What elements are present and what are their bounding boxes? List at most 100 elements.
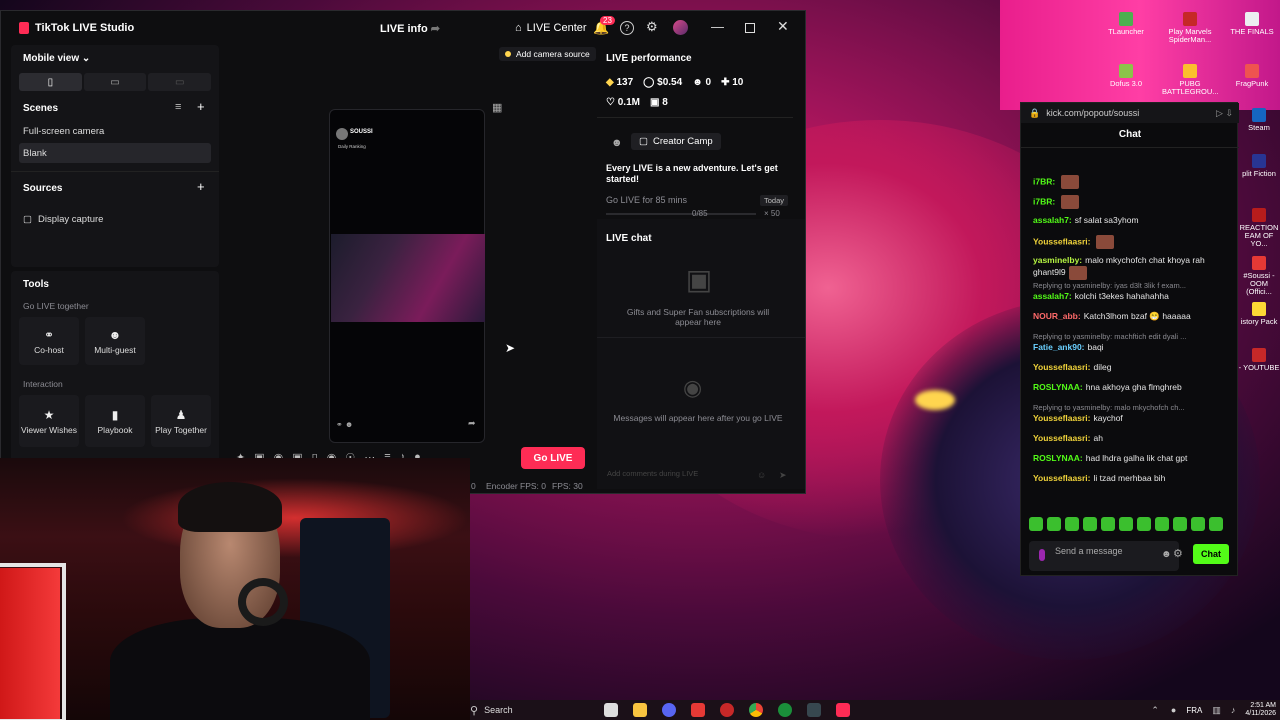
terminal-icon[interactable] <box>807 703 822 717</box>
minimize-icon[interactable]: — <box>711 19 724 34</box>
emote-icon[interactable] <box>1065 517 1079 531</box>
emote-icon[interactable] <box>1047 517 1061 531</box>
kick-chat-message[interactable]: Fatie_ank90: baqi <box>1033 342 1233 353</box>
go-live-button[interactable]: Go LIVE <box>521 447 585 469</box>
close-icon[interactable]: ✕ <box>777 18 789 35</box>
kick-username[interactable]: assalah7: <box>1033 291 1072 301</box>
search-icon[interactable]: ⚲ <box>470 704 478 717</box>
scene-item-full-screen-camera[interactable]: Full-screen camera <box>19 121 211 141</box>
kick-chat-message[interactable]: Yousseflaasri: <box>1033 235 1233 249</box>
kick-chat-message[interactable]: i7BR: <box>1033 175 1233 189</box>
emote-icon[interactable] <box>1155 517 1169 531</box>
play-together-button[interactable]: ♟ Play Together <box>151 395 211 447</box>
avatar[interactable] <box>673 20 688 35</box>
chrome-icon[interactable] <box>749 703 764 717</box>
settings-gear-icon[interactable]: ⚙ <box>646 19 658 35</box>
desktop-icon[interactable]: REACTION EAM OF YO... <box>1238 208 1280 248</box>
window-title[interactable]: LIVE info ➦ <box>380 22 440 35</box>
layout-icon[interactable]: ▦ <box>492 101 502 114</box>
kick-username[interactable]: ROSLYNAA: <box>1033 453 1083 463</box>
desktop-icon[interactable]: #Soussi - OOM (Offici... <box>1238 256 1280 296</box>
kick-username[interactable]: Yousseflaasri: <box>1033 362 1090 372</box>
kick-username[interactable]: Yousseflaasri: <box>1033 413 1090 423</box>
emote-icon[interactable] <box>1137 517 1151 531</box>
multi-guest-button[interactable]: ☻ Multi-guest <box>85 317 145 365</box>
emoji-icon[interactable]: ☻ <box>1161 550 1172 560</box>
desktop-icon[interactable]: TLauncher <box>1098 12 1154 36</box>
kick-username[interactable]: Yousseflaasri: <box>1033 473 1090 483</box>
wifi-icon[interactable]: ▥ <box>1212 705 1221 716</box>
phone-preview[interactable]: SOUSSI Daily Ranking ⚭ ☻ ➦ <box>329 109 485 443</box>
kick-chat-message[interactable]: assalah7: sf salat sa3yhom <box>1033 215 1233 226</box>
tray-mic-icon[interactable]: ● <box>1171 705 1176 715</box>
file-explorer-icon[interactable] <box>633 703 648 717</box>
tray-chevron-icon[interactable]: ⌃ <box>1151 705 1159 716</box>
emote-icon[interactable] <box>1083 517 1097 531</box>
playbook-button[interactable]: ▮ Playbook <box>85 395 145 447</box>
source-item-display-capture[interactable]: ▢ Display capture <box>19 209 211 229</box>
browser-actions-icon[interactable]: ▷ ⇩ <box>1216 108 1239 119</box>
kick-address-bar[interactable]: 🔒 kick.com/popout/soussi ▷ ⇩ <box>1021 103 1239 123</box>
send-icon[interactable]: ➤ <box>779 470 787 481</box>
viewer-wishes-button[interactable]: ★ Viewer Wishes <box>19 395 79 447</box>
live-center-button[interactable]: ⌂ LIVE Center <box>515 22 587 34</box>
desktop-icon[interactable]: Play Marvels SpiderMan... <box>1162 12 1218 44</box>
dual-toggle-button[interactable]: ▭ <box>148 73 212 91</box>
emoji-icon[interactable]: ☺ <box>757 470 766 480</box>
kick-username[interactable]: Yousseflaasri: <box>1033 433 1090 443</box>
kick-username[interactable]: i7BR: <box>1033 176 1055 186</box>
tiktok-studio-taskbar-icon[interactable] <box>836 703 851 717</box>
kick-chat-message[interactable]: Yousseflaasri: li tzad merhbaa bih <box>1033 473 1233 484</box>
opera-icon[interactable] <box>720 703 735 717</box>
scene-list-icon[interactable]: ≡ <box>175 101 181 113</box>
creator-camp-button[interactable]: ▢ Creator Camp <box>631 133 721 150</box>
emote-icon[interactable] <box>1119 517 1133 531</box>
kick-chat-message[interactable]: assalah7: kolchi t3ekes hahahahha <box>1033 291 1233 302</box>
emote-icon[interactable] <box>1173 517 1187 531</box>
emote-icon[interactable] <box>1029 517 1043 531</box>
kick-chat-message[interactable]: ROSLYNAA: hna akhoya gha flmghreb <box>1033 382 1233 393</box>
kick-chat-message[interactable]: ROSLYNAA: had lhdra galha lik chat gpt <box>1033 453 1233 464</box>
scene-item-blank[interactable]: Blank <box>19 143 211 163</box>
desktop-icon[interactable]: plit Fiction <box>1238 154 1280 178</box>
kick-chat-message[interactable]: i7BR: <box>1033 195 1233 209</box>
co-host-button[interactable]: ⚭ Co-host <box>19 317 79 365</box>
emote-icon[interactable] <box>1101 517 1115 531</box>
kick-username[interactable]: Yousseflaasri: <box>1033 236 1090 246</box>
kick-chat-message[interactable]: NOUR_abb: Katch3lhom bzaf 😁 haaaaa <box>1033 311 1233 322</box>
desktop-icon[interactable]: Steam <box>1238 108 1280 132</box>
share-icon[interactable]: ➦ <box>431 23 440 35</box>
kick-username[interactable]: ROSLYNAA: <box>1033 382 1083 392</box>
desktop-icon[interactable]: THE FINALS <box>1224 12 1280 36</box>
kick-chat-message[interactable]: Yousseflaasri: dileg <box>1033 362 1233 373</box>
kick-send-button[interactable]: Chat <box>1193 544 1229 564</box>
desktop-icon[interactable]: FragPunk <box>1224 64 1280 88</box>
portrait-toggle-button[interactable]: ▯ <box>19 73 82 91</box>
kick-message-input[interactable]: Send a message ☻ <box>1029 541 1179 571</box>
emote-icon[interactable] <box>1209 517 1223 531</box>
app-icon[interactable] <box>691 703 706 717</box>
add-camera-source-button[interactable]: Add camera source <box>499 47 596 61</box>
desktop-icon[interactable]: istory Pack <box>1238 302 1280 326</box>
kick-username[interactable]: yasminelby: <box>1033 255 1082 265</box>
kick-chat-message[interactable]: Yousseflaasri: ah <box>1033 433 1233 444</box>
emote-icon[interactable] <box>1191 517 1205 531</box>
desktop-icon[interactable]: Dofus 3.0 <box>1098 64 1154 88</box>
kick-username[interactable]: NOUR_abb: <box>1033 311 1081 321</box>
view-selector[interactable]: Mobile view ⌄ <box>23 53 90 64</box>
task-view-icon[interactable] <box>604 703 619 717</box>
language-indicator[interactable]: FRA <box>1186 706 1202 715</box>
kick-username[interactable]: i7BR: <box>1033 196 1055 206</box>
desktop-icon[interactable]: PUBG BATTLEGROU... <box>1162 64 1219 96</box>
volume-tray-icon[interactable]: ♪ <box>1231 705 1236 715</box>
xbox-icon[interactable] <box>778 703 793 717</box>
kick-username[interactable]: Fatie_ank90: <box>1033 342 1085 352</box>
help-icon[interactable]: ? <box>620 21 634 35</box>
add-scene-icon[interactable]: + <box>197 99 205 114</box>
live-comment-input[interactable]: Add comments during LIVE <box>603 469 771 485</box>
discord-icon[interactable] <box>662 703 677 717</box>
clock[interactable]: 2:51 AM 4/11/2026 <box>1245 702 1276 718</box>
maximize-icon[interactable] <box>745 23 755 33</box>
kick-username[interactable]: assalah7: <box>1033 215 1072 225</box>
add-source-icon[interactable]: + <box>197 179 205 194</box>
